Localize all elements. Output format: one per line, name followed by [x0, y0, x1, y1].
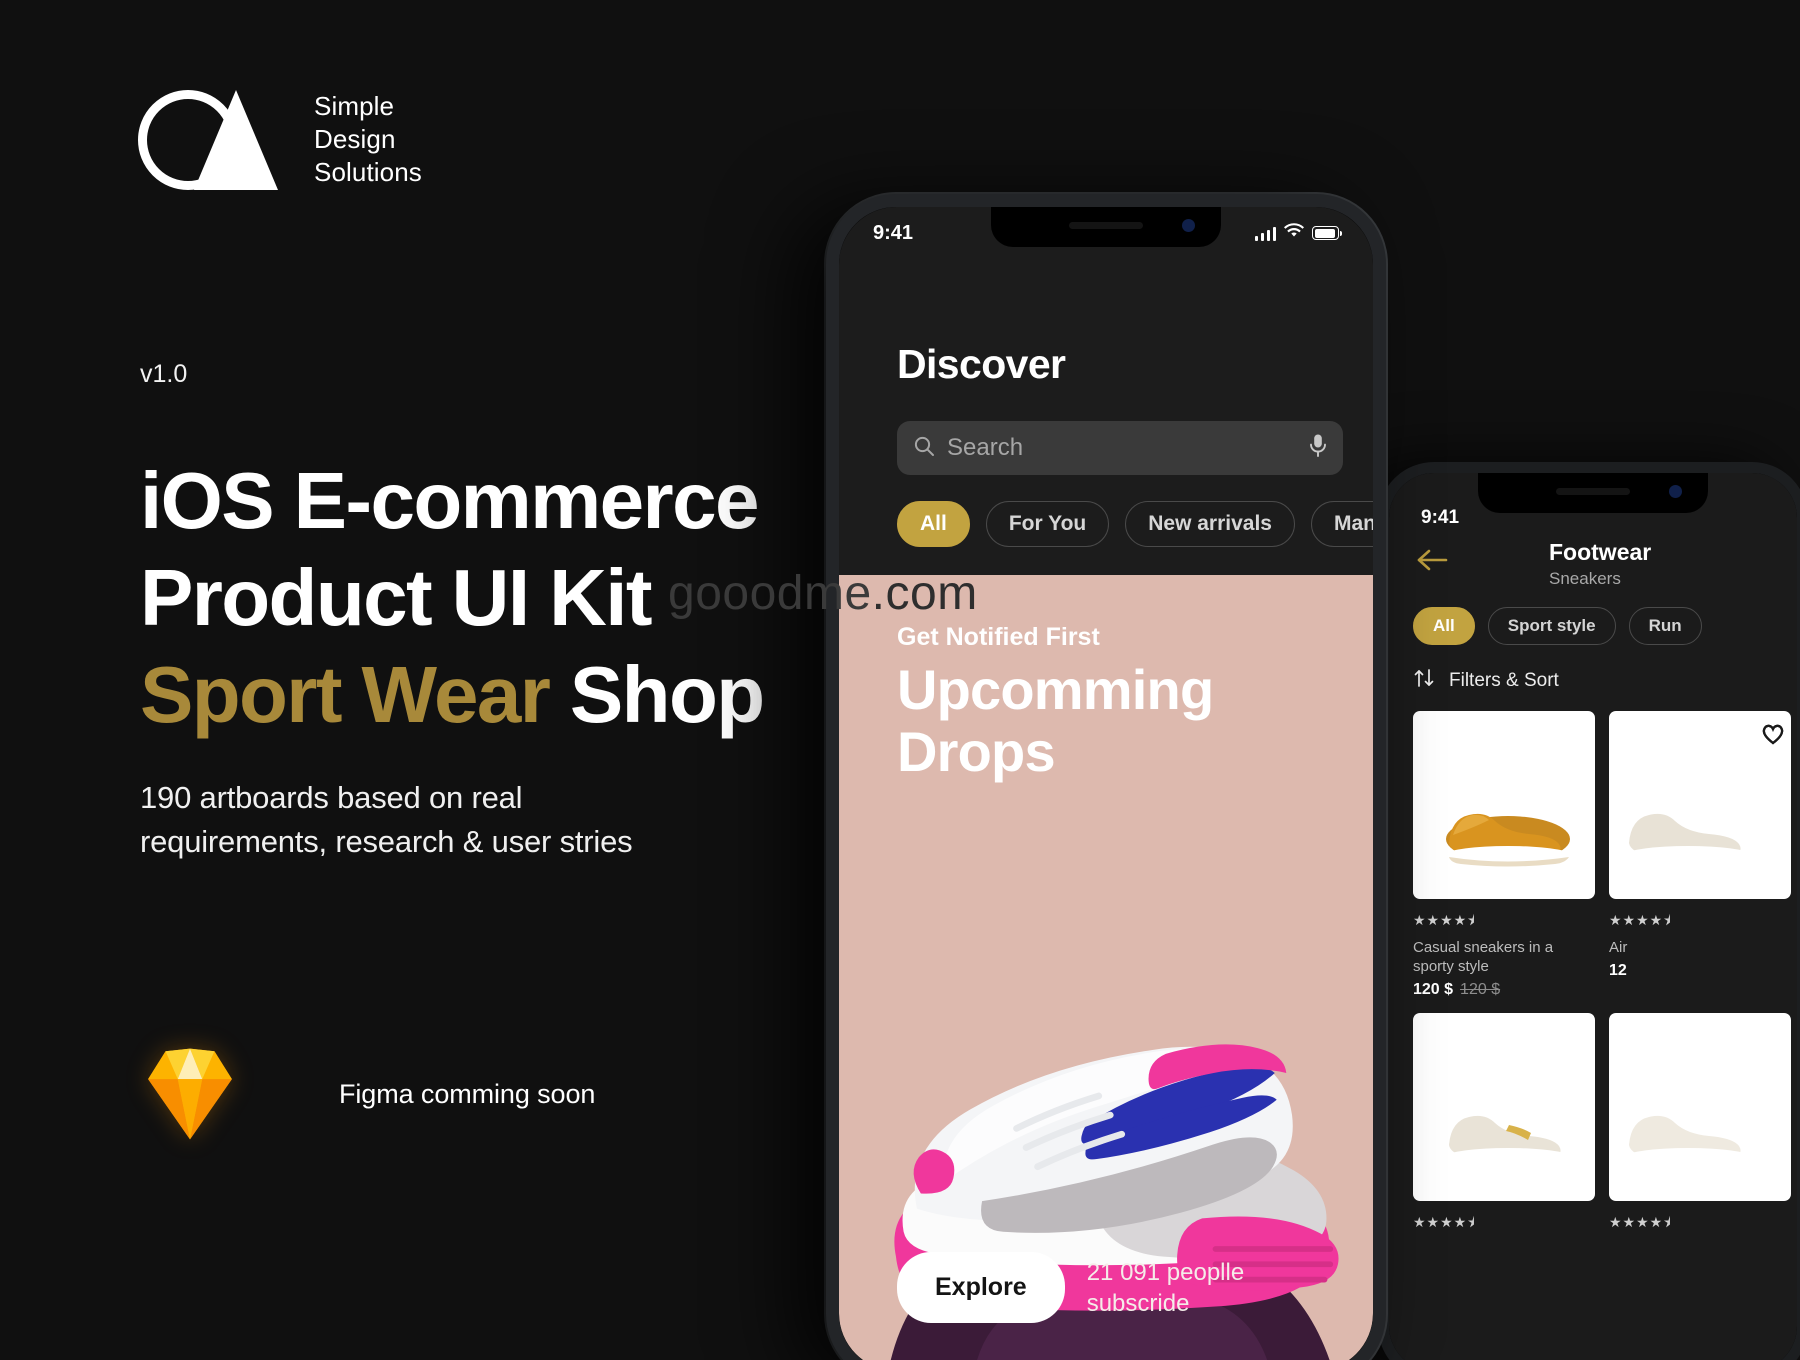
brand-name: Simple Design Solutions [314, 90, 422, 189]
price-old: 120 $ [1460, 981, 1501, 998]
subscriber-count: 21 091 peoplle subscride [1087, 1257, 1244, 1319]
poster-canvas: Simple Design Solutions v1.0 iOS E-comme… [0, 0, 1800, 1360]
status-bar: 9:41 [839, 207, 1373, 253]
brand-name-line-2: Design [314, 124, 396, 154]
category-chips: All For You New arrivals Mans ... [897, 501, 1373, 547]
brand-name-line-1: Simple [314, 91, 395, 121]
watermark-light: .com [871, 567, 978, 620]
rating-stars: ★★★★⯨ [1609, 1214, 1672, 1230]
banner-title-line-1: Upcomming [897, 658, 1214, 721]
product-card[interactable]: ★★★★⯨ Air 12 [1609, 711, 1791, 999]
category-chips: All Sport style Run [1413, 607, 1702, 645]
product-desc-line-2: sporty style [1413, 958, 1489, 975]
product-desc-line-1: Air [1609, 939, 1628, 956]
page-subtitle: Sneakers [1549, 569, 1621, 588]
product-image [1609, 1013, 1791, 1201]
search-placeholder: Search [947, 434, 1024, 461]
banner-cta-row: Explore 21 091 peoplle subscride [897, 1252, 1244, 1323]
search-icon [913, 435, 935, 462]
search-input[interactable]: Search [897, 421, 1343, 475]
brand-name-line-3: Solutions [314, 157, 422, 187]
headline-white-text: Shop [569, 650, 765, 739]
sketch-diamond-icon [146, 1046, 234, 1142]
hero-subcopy: 190 artboards based on real requirements… [140, 776, 860, 864]
battery-icon [1312, 226, 1342, 240]
product-description: Air [1609, 938, 1791, 957]
rating-stars: ★★★★⯨ [1413, 912, 1476, 928]
banner-title-line-2: Drops [897, 720, 1056, 783]
cellular-bars-icon [1254, 226, 1276, 241]
subcopy-line-2: requirements, research & user stries [140, 824, 633, 859]
figma-note: Figma comming soon [339, 1078, 596, 1109]
chip-run[interactable]: Run [1628, 607, 1702, 645]
product-card[interactable]: ★★★★⯨ [1609, 724, 1791, 1236]
product-price: 120 $ 120 $ [1413, 981, 1595, 999]
product-card[interactable]: ★★★★⯨ [1413, 724, 1784, 1236]
filters-sort-label: Filters & Sort [1449, 670, 1559, 691]
phone-b-screen: 9:41 Footwear Sneakers All Sport style R… [1389, 473, 1797, 1360]
product-card[interactable]: ★★★★⯨ Casual sneakers in a sporty style … [1413, 711, 1784, 999]
product-grid: ★★★★⯨ Casual sneakers in a sporty style … [1413, 711, 1797, 1236]
page-title: Footwear [1549, 539, 1652, 565]
phone-mockup-primary: 9:41 Discover Search All For You New arr… [826, 194, 1386, 1360]
watermark-bold: gooodme [668, 567, 872, 620]
phone-b-notch [1478, 473, 1708, 513]
product-image [1413, 711, 1595, 899]
explore-button[interactable]: Explore [897, 1252, 1065, 1323]
logo-triangle [194, 90, 278, 190]
sort-arrows-icon [1413, 667, 1435, 695]
version-label: v1.0 [140, 360, 188, 388]
chip-mans[interactable]: Mans [1310, 501, 1373, 547]
product-desc-line-1: Casual sneakers in a [1413, 939, 1554, 956]
status-indicators [1254, 223, 1342, 243]
filters-sort-button[interactable]: Filters & Sort [1413, 667, 1559, 695]
page-title: Discover [897, 341, 1066, 387]
phone-a-screen: 9:41 Discover Search All For You New arr… [839, 207, 1373, 1360]
rating-stars: ★★★★⯨ [1609, 912, 1672, 928]
chip-for-you[interactable]: For You [985, 501, 1110, 547]
status-time: 9:41 [1421, 507, 1460, 528]
chip-all[interactable]: All [897, 501, 970, 547]
microphone-icon[interactable] [1309, 433, 1327, 464]
phone-mockup-secondary: 9:41 Footwear Sneakers All Sport style R… [1378, 462, 1800, 1360]
brand-lockup: Simple Design Solutions [138, 90, 422, 190]
subscriber-count-line-1: 21 091 peoplle [1086, 1258, 1245, 1286]
rating-stars: ★★★★⯨ [1413, 1214, 1476, 1230]
headline-gold-text: Sport Wear [140, 650, 551, 739]
front-camera-icon [1669, 485, 1682, 498]
price-current: 12 [1609, 962, 1627, 979]
speaker-grille [1556, 488, 1630, 495]
watermark: gooodme.com [668, 566, 978, 621]
subcopy-line-1: 190 artboards based on real [140, 780, 523, 815]
promo-banner[interactable]: Get Notified First Upcomming Drops Explo… [839, 575, 1373, 1360]
banner-eyebrow: Get Notified First [897, 623, 1100, 651]
banner-title: Upcomming Drops [897, 658, 1214, 783]
product-image [1413, 1013, 1595, 1201]
wifi-icon [1284, 223, 1304, 243]
chip-new-arrivals[interactable]: New arrivals [1125, 501, 1295, 547]
chip-all[interactable]: All [1413, 607, 1475, 645]
status-time: 9:41 [873, 221, 914, 244]
circle-triangle-logo-icon [138, 90, 278, 190]
product-description: Casual sneakers in a sporty style [1413, 938, 1595, 976]
price-current: 120 $ [1413, 981, 1454, 998]
subscriber-count-line-2: subscride [1086, 1289, 1190, 1317]
product-price: 12 [1609, 962, 1791, 980]
chip-sport-style[interactable]: Sport style [1487, 607, 1616, 645]
heart-outline-icon[interactable] [1761, 723, 1785, 750]
back-arrow-icon[interactable] [1415, 547, 1449, 578]
footer-row: Figma comming soon [146, 1046, 595, 1142]
